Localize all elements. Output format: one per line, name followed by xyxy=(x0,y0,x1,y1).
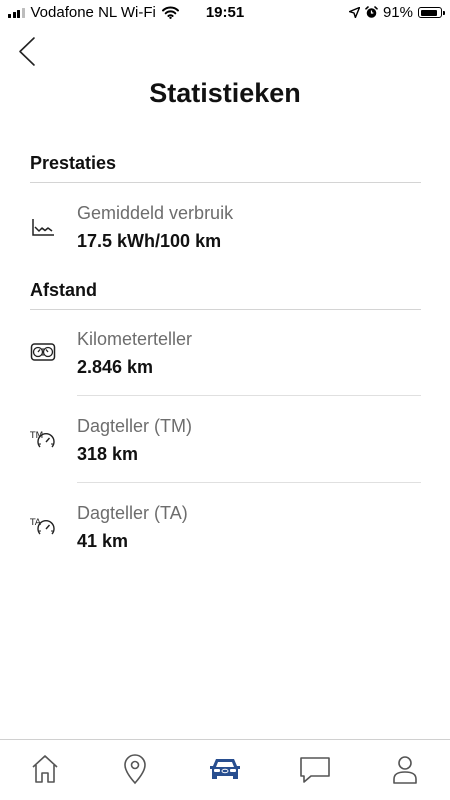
chevron-left-icon xyxy=(19,37,35,66)
tab-location[interactable] xyxy=(115,752,155,786)
battery-percent: 91% xyxy=(382,4,413,21)
tab-home[interactable] xyxy=(25,752,65,786)
alarm-icon xyxy=(365,6,378,18)
stat-row-trip-meter-tm[interactable]: TM Dagteller (TM) 318 km xyxy=(0,399,450,485)
location-icon xyxy=(124,754,146,785)
battery-icon xyxy=(418,7,445,18)
page-title: Statistieken xyxy=(149,78,301,108)
stat-label: Kilometerteller xyxy=(77,329,193,349)
status-right: 91% xyxy=(348,4,445,21)
tab-bar xyxy=(0,739,450,800)
home-icon xyxy=(32,755,58,783)
section-header-prestaties: Prestaties xyxy=(30,153,421,183)
stat-row-trip-meter-ta[interactable]: TA Dagteller (TA) 41 km xyxy=(0,486,450,572)
trip-meter-tm-icon: TM xyxy=(30,431,55,448)
stat-label: Gemiddeld verbruik xyxy=(77,203,234,223)
tab-chat[interactable] xyxy=(295,752,335,786)
odometer-icon xyxy=(30,343,56,361)
battery-fill xyxy=(420,9,437,16)
stat-row-odometer[interactable]: Kilometerteller 2.846 km xyxy=(0,312,450,398)
stat-value: 318 km xyxy=(77,444,139,464)
section-header-afstand: Afstand xyxy=(30,280,421,310)
tab-car[interactable] xyxy=(205,752,245,786)
stat-value: 2.846 km xyxy=(77,357,154,377)
back-button[interactable] xyxy=(14,32,44,70)
stat-label: Dagteller (TM) xyxy=(77,416,193,436)
row-divider xyxy=(77,395,421,396)
profile-icon xyxy=(393,756,417,784)
location-arrow-icon xyxy=(348,7,360,18)
chart-icon xyxy=(32,219,54,236)
stat-value: 17.5 kWh/100 km xyxy=(77,231,222,251)
stat-value: 41 km xyxy=(77,531,129,551)
chat-icon xyxy=(300,757,330,783)
row-divider xyxy=(77,482,421,483)
status-bar: Vodafone NL Wi-Fi 19:51 91% xyxy=(0,0,450,24)
tab-profile[interactable] xyxy=(385,752,425,786)
trip-meter-ta-icon: TA xyxy=(30,518,55,535)
car-icon xyxy=(210,759,240,779)
stat-label: Dagteller (TA) xyxy=(77,503,188,523)
stat-row-average-consumption[interactable]: Gemiddeld verbruik 17.5 kWh/100 km xyxy=(0,186,450,272)
